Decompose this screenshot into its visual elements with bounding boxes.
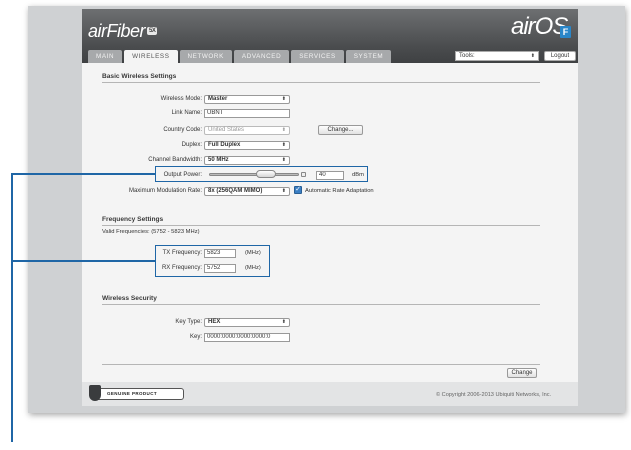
- tab-services[interactable]: SERVICES: [291, 50, 344, 63]
- channel-bandwidth-label: Channel Bandwidth:: [148, 157, 202, 163]
- duplex-value: Full Duplex: [208, 142, 241, 148]
- dropdown-arrow-icon: ⬍: [530, 53, 535, 59]
- max-modulation-label: Maximum Modulation Rate:: [128, 188, 202, 194]
- tools-dropdown[interactable]: Tools: ⬍: [455, 51, 539, 61]
- change-country-button[interactable]: Change...: [318, 125, 363, 135]
- copyright-text: © Copyright 2006-2013 Ubiquiti Networks,…: [436, 392, 552, 398]
- max-modulation-value: 8x (256QAM MIMO): [208, 188, 263, 194]
- frequency-callout: [155, 245, 270, 277]
- auto-rate-label: Automatic Rate Adaptation: [305, 188, 374, 194]
- dropdown-arrow-icon: ⬍: [281, 319, 286, 325]
- channel-bandwidth-value: 50 MHz: [208, 157, 229, 163]
- link-name-label: Link Name:: [171, 110, 202, 116]
- wireless-mode-value: Master: [208, 96, 228, 102]
- tab-wireless[interactable]: WIRELESS: [124, 50, 178, 64]
- country-code-select[interactable]: United States ⬍: [204, 126, 290, 135]
- output-power-callout: [155, 166, 368, 182]
- auto-rate-checkbox[interactable]: ✓: [294, 186, 302, 194]
- key-type-select[interactable]: HEX ⬍: [204, 318, 290, 327]
- tab-system[interactable]: SYSTEM: [345, 50, 392, 63]
- brand-logo: airFiber 5X: [88, 21, 158, 42]
- key-type-label: Key Type:: [175, 319, 202, 325]
- dropdown-arrow-icon: ⬍: [281, 127, 286, 133]
- section-divider: [102, 304, 540, 305]
- key-input[interactable]: 0000:0000:0000:0000:0: [204, 333, 290, 342]
- valid-frequencies: Valid Frequencies: (5752 - 5823 MHz): [102, 229, 200, 235]
- os-logo: airOS: [511, 13, 568, 40]
- frequency-settings-title: Frequency Settings: [102, 216, 164, 223]
- brand-badge: 5X: [147, 27, 158, 35]
- brand-name: airFiber: [88, 21, 146, 41]
- genuine-product-badge: GENUINE PRODUCT: [90, 388, 184, 400]
- section-divider: [102, 82, 540, 83]
- screenshot-stage: airFiber 5X airOS F MAIN WIRELESS NETWORK…: [0, 0, 631, 450]
- max-modulation-select[interactable]: 8x (256QAM MIMO) ⬍: [204, 187, 290, 196]
- dropdown-arrow-icon: ⬍: [281, 142, 286, 148]
- duplex-label: Duplex:: [181, 142, 202, 148]
- wireless-security-title: Wireless Security: [102, 295, 157, 302]
- wireless-mode-label: Wireless Mode:: [160, 96, 202, 102]
- tab-advanced[interactable]: ADVANCED: [233, 50, 290, 63]
- dropdown-arrow-icon: ⬍: [281, 157, 286, 163]
- change-button[interactable]: Change: [507, 368, 537, 378]
- country-code-value: United States: [208, 127, 245, 133]
- key-label: Key:: [189, 334, 202, 340]
- callout-leader-line: [11, 174, 13, 442]
- tab-main[interactable]: MAIN: [88, 50, 123, 63]
- os-tile: F: [560, 26, 571, 38]
- tab-network[interactable]: NETWORK: [179, 50, 232, 63]
- callout-leader-line: [11, 260, 156, 262]
- section-divider: [102, 225, 540, 226]
- channel-bandwidth-select[interactable]: 50 MHz ⬍: [204, 156, 290, 165]
- dropdown-arrow-icon: ⬍: [281, 96, 286, 102]
- key-type-value: HEX: [208, 319, 221, 325]
- section-divider: [102, 364, 540, 365]
- link-name-input[interactable]: UBNT: [204, 109, 290, 118]
- callout-leader-line: [11, 173, 156, 175]
- basic-settings-title: Basic Wireless Settings: [102, 73, 177, 80]
- wireless-mode-select[interactable]: Master ⬍: [204, 95, 290, 104]
- logout-button[interactable]: Logout: [544, 51, 576, 61]
- dropdown-arrow-icon: ⬍: [281, 188, 286, 194]
- duplex-select[interactable]: Full Duplex ⬍: [204, 141, 290, 150]
- shield-icon: [89, 385, 101, 401]
- main-tabs: MAIN WIRELESS NETWORK ADVANCED SERVICES …: [88, 50, 392, 64]
- tools-value: Tools:: [459, 53, 475, 59]
- country-code-label: Country Code:: [163, 127, 202, 133]
